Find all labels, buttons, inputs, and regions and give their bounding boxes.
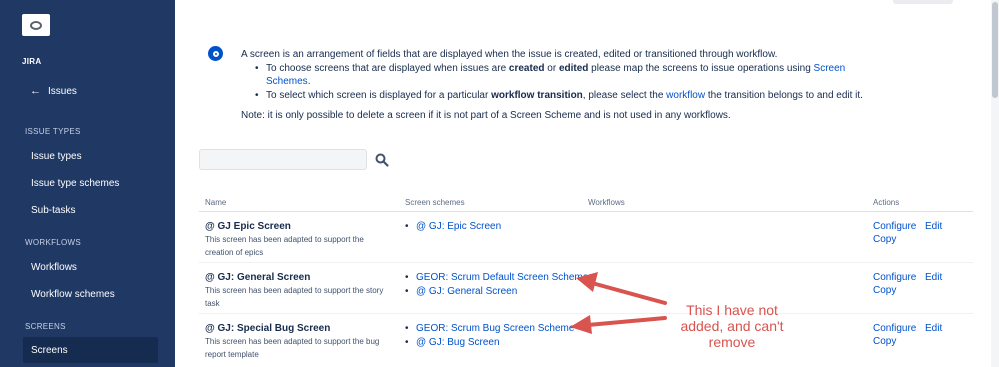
- project-name: JIRA: [22, 57, 42, 66]
- screen-scheme-link[interactable]: @ GJ: Epic Screen: [405, 221, 501, 232]
- row-divider: [199, 313, 973, 314]
- screen-name: @ GJ: General Screen: [205, 272, 311, 283]
- annotation-arrow-upper: [576, 272, 667, 305]
- edit-link[interactable]: Edit: [925, 323, 942, 334]
- header-divider: [199, 211, 973, 212]
- info-message: A screen is an arrangement of fields tha…: [241, 48, 881, 123]
- logo-ring-icon: [30, 20, 42, 30]
- configure-link[interactable]: Configure: [873, 323, 916, 334]
- sidebar-item-screens[interactable]: Screens: [23, 337, 158, 363]
- page-scrollbar[interactable]: [991, 0, 999, 367]
- sidebar-item-workflows[interactable]: Workflows: [23, 254, 158, 280]
- screen-scheme-link[interactable]: @ GJ: General Screen: [405, 286, 517, 297]
- info-note: Note: it is only possible to delete a sc…: [241, 110, 731, 121]
- search-icon[interactable]: [374, 152, 390, 168]
- screen-scheme-link[interactable]: GEOR: Scrum Bug Screen Scheme: [405, 323, 574, 334]
- section-screens: SCREENS: [25, 322, 66, 331]
- screen-description: This screen has been adapted to support …: [205, 235, 364, 257]
- edit-link[interactable]: Edit: [925, 272, 942, 283]
- top-right-button[interactable]: [893, 0, 953, 4]
- screen-description: This screen has been adapted to support …: [205, 286, 384, 308]
- info-bullet-screen-schemes: To choose screens that are displayed whe…: [255, 62, 881, 89]
- scrollbar-thumb[interactable]: [992, 2, 998, 98]
- column-header-name: Name: [205, 198, 227, 207]
- configure-link[interactable]: Configure: [873, 272, 916, 283]
- screen-name: @ GJ Epic Screen: [205, 221, 291, 232]
- sidebar-item-issue-types[interactable]: Issue types: [23, 143, 158, 169]
- copy-link[interactable]: Copy: [873, 336, 896, 347]
- search-input[interactable]: [199, 149, 367, 170]
- section-workflows: WORKFLOWS: [25, 238, 82, 247]
- column-header-screen-schemes: Screen schemes: [405, 198, 465, 207]
- annotation-text: This I have not added, and can't remove: [680, 302, 784, 350]
- screen-description: This screen has been adapted to support …: [205, 337, 380, 359]
- project-logo[interactable]: [22, 14, 50, 36]
- screen-scheme-link[interactable]: @ GJ: Bug Screen: [405, 337, 500, 348]
- copy-link[interactable]: Copy: [873, 234, 896, 245]
- info-bullet-workflow: To select which screen is displayed for …: [255, 89, 881, 103]
- info-intro: A screen is an arrangement of fields tha…: [241, 49, 778, 60]
- screen-scheme-link[interactable]: GEOR: Scrum Default Screen Scheme: [405, 272, 588, 283]
- column-header-actions: Actions: [873, 198, 900, 207]
- screen-name: @ GJ: Special Bug Screen: [205, 323, 331, 334]
- info-icon: [208, 46, 223, 61]
- back-to-issues-link[interactable]: ← Issues: [22, 80, 162, 102]
- configure-link[interactable]: Configure: [873, 221, 916, 232]
- section-issue-types: ISSUE TYPES: [25, 127, 81, 136]
- sidebar-item-issue-type-schemes[interactable]: Issue type schemes: [23, 170, 158, 196]
- back-arrow-icon: ←: [30, 85, 41, 97]
- sidebar: JIRA ← Issues ISSUE TYPES Issue types Is…: [0, 0, 175, 367]
- copy-link[interactable]: Copy: [873, 285, 896, 296]
- sidebar-item-sub-tasks[interactable]: Sub-tasks: [23, 197, 158, 223]
- back-label: Issues: [48, 85, 77, 97]
- row-divider: [199, 262, 973, 263]
- sidebar-item-workflow-schemes[interactable]: Workflow schemes: [23, 281, 158, 307]
- workflow-link[interactable]: workflow: [666, 90, 705, 101]
- edit-link[interactable]: Edit: [925, 221, 942, 232]
- annotation-arrow-lower: [570, 315, 667, 334]
- column-header-workflows: Workflows: [588, 198, 625, 207]
